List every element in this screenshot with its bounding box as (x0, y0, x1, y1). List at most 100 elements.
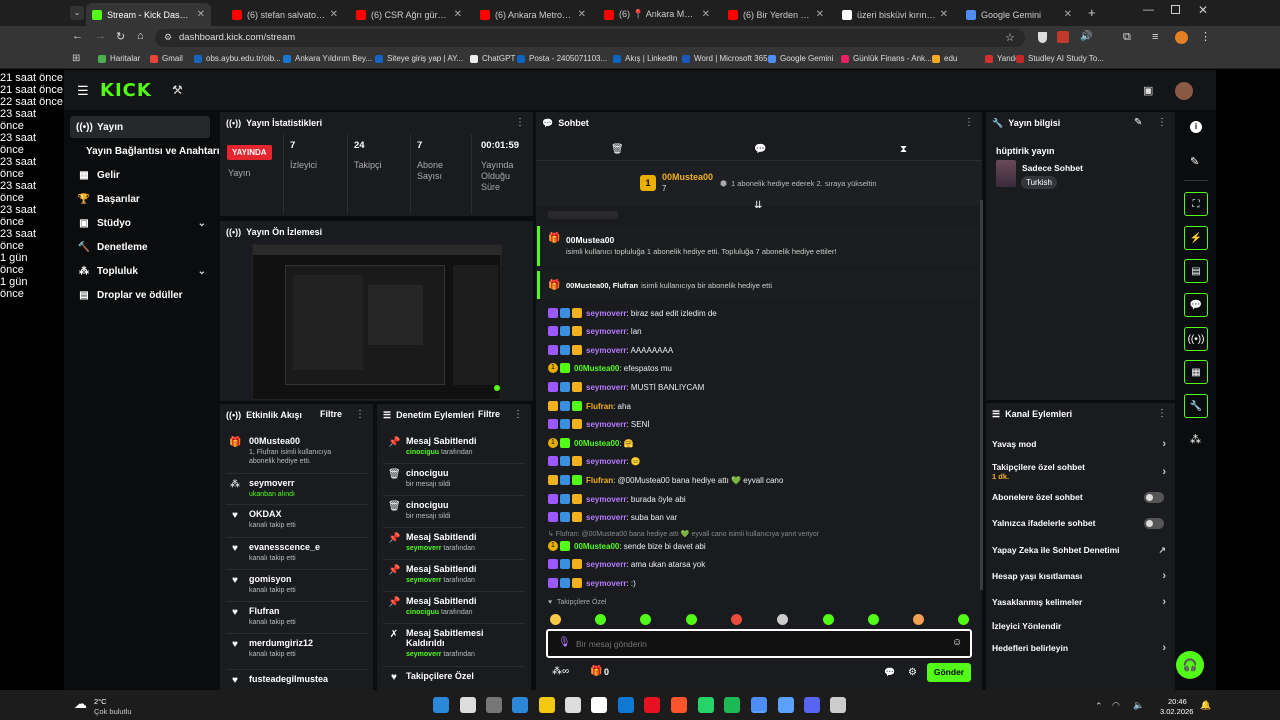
activity-item[interactable]: seymoverr ukanban alındı (249, 478, 369, 499)
language-tag[interactable]: Turkish (1021, 176, 1057, 189)
spotify-icon[interactable] (724, 697, 740, 713)
users-side-icon[interactable]: ⁂ (1190, 433, 1201, 446)
mod-log-item[interactable]: Mesaj Sabitlendi seymoverr tarafından (406, 532, 501, 553)
back-icon[interactable]: ← (72, 30, 83, 42)
copilot-icon[interactable] (512, 697, 528, 713)
mod-menu-icon[interactable]: ⋮ (513, 409, 523, 420)
document-icon[interactable]: ▤ (1184, 259, 1208, 283)
tray-chevron-icon[interactable]: ⌃ (1095, 701, 1103, 712)
file-explorer-icon[interactable] (539, 697, 555, 713)
lightning-icon[interactable]: ⚡ (1184, 226, 1208, 250)
chat-username[interactable]: seymoverr (586, 560, 626, 569)
hourglass-icon[interactable]: ⧗ (900, 144, 907, 155)
tab-close-icon[interactable]: ✕ (940, 9, 948, 20)
chat-username[interactable]: seymoverr (586, 383, 626, 392)
extension-blue-icon[interactable]: 🔊 (1080, 31, 1092, 42)
bookmark-item[interactable]: Siteye giriş yap | AY... (375, 54, 463, 63)
channel-action-item[interactable]: Yavaş mod › (992, 438, 1172, 450)
emote-icon[interactable] (686, 614, 697, 625)
bookmark-item[interactable]: edu (932, 54, 957, 63)
gift2-users[interactable]: 00Mustea00, Flufran (566, 281, 638, 290)
activity-item[interactable]: Flufran kanalı takip etti (249, 606, 369, 627)
maximize-icon[interactable] (1171, 5, 1180, 14)
mod-log-item[interactable]: cinociguu bir mesajı sildi (406, 468, 501, 489)
chat-message[interactable]: seymoverr: AAAAAAAA (548, 345, 673, 355)
chat-scrollbar[interactable] (980, 200, 983, 590)
chat-message[interactable]: seymoverr: biraz sad edit izledim de (548, 308, 717, 318)
wifi-icon[interactable]: ◠ (1112, 700, 1120, 711)
chevron-right-icon[interactable]: › (1162, 438, 1166, 450)
chat-username[interactable]: 00Mustea00 (574, 542, 619, 551)
channel-action-item[interactable]: Hedefleri belirleyin › (992, 642, 1172, 654)
teams-icon[interactable] (778, 697, 794, 713)
tab-close-icon[interactable]: ✕ (702, 9, 710, 20)
bookmark-item[interactable]: Ankara Yıldırım Bey... (283, 54, 372, 63)
bookmark-item[interactable]: Günlük Finans - Ank... (841, 54, 932, 63)
tools-icon[interactable]: 🔧 (1184, 394, 1208, 418)
chat-message[interactable]: seymoverr: :) (548, 578, 636, 588)
home-icon[interactable]: ⌂ (137, 30, 144, 42)
emote-icon[interactable] (640, 614, 651, 625)
kick-logo[interactable]: KICK (100, 80, 152, 101)
tab-search-icon[interactable]: ⌄ (70, 6, 84, 20)
new-tab-icon[interactable]: + (1088, 5, 1096, 20)
pencil-side-icon[interactable]: ✎ (1190, 155, 1199, 168)
emote-icon[interactable] (823, 614, 834, 625)
emote-icon[interactable] (913, 614, 924, 625)
mod-log-item[interactable]: Mesaj Sabitlendi cinociguu tarafından (406, 596, 501, 617)
send-button[interactable]: Gönder (927, 663, 971, 682)
chat-username[interactable]: Flufran (586, 402, 613, 411)
chat-username[interactable]: seymoverr (586, 579, 626, 588)
toggle-switch[interactable] (1144, 491, 1164, 503)
stream-preview-video[interactable] (252, 244, 502, 400)
expand-icon[interactable]: ⇊ (754, 200, 762, 211)
channel-action-item[interactable]: Abonelere özel sohbet (992, 491, 1172, 503)
tab-close-icon[interactable]: ✕ (454, 9, 462, 20)
close-window-icon[interactable]: ✕ (1198, 3, 1208, 17)
tab-close-icon[interactable]: ✕ (1064, 9, 1072, 20)
nav-item-0[interactable]: ((•)) Yayın (70, 116, 210, 138)
tab-4[interactable]: (6) 📍 Ankara Metro #An ✕ (598, 3, 716, 26)
chat-message[interactable]: seymoverr: MUSTİ BANLIYCAM (548, 382, 704, 392)
emoji-picker-icon[interactable]: ☺ (952, 637, 962, 648)
browser-menu-icon[interactable]: ⋮ (1200, 30, 1211, 43)
profile-avatar[interactable] (1175, 31, 1188, 44)
chat-message[interactable]: 1 00Mustea00: 🤗 (548, 438, 634, 448)
chat-username[interactable]: 00Mustea00 (574, 364, 619, 373)
pinned-user[interactable]: 00Mustea00 (662, 172, 713, 182)
nav-item-7[interactable]: ▤ Droplar ve ödüller (70, 284, 210, 306)
discord-icon[interactable] (804, 697, 820, 713)
volume-icon[interactable]: 🔈 (1133, 700, 1144, 711)
toggle-switch[interactable] (1144, 517, 1164, 529)
nav-item-5[interactable]: 🔨 Denetleme (70, 236, 210, 258)
emote-icon[interactable] (550, 614, 561, 625)
mod-filter-button[interactable]: Filtre (478, 409, 500, 419)
hamburger-menu-icon[interactable]: ☰ (77, 83, 89, 99)
bookmark-item[interactable]: Studley AI Study To... (1016, 54, 1104, 63)
emote-icon[interactable] (958, 614, 969, 625)
chat-message[interactable]: Flufran: @00Mustea00 bana hediye attı 💚 … (548, 475, 783, 485)
stats-menu-icon[interactable]: ⋮ (515, 117, 525, 128)
channel-action-item[interactable]: Yasaklanmış kelimeler › (992, 596, 1172, 608)
chevron-right-icon[interactable]: › (1162, 596, 1166, 608)
tab-3[interactable]: (6) Ankara Metrosunda O ✕ (474, 3, 592, 26)
chat-username[interactable]: seymoverr (586, 457, 626, 466)
chat-username[interactable]: seymoverr (586, 327, 626, 336)
brave-icon[interactable] (671, 697, 687, 713)
chat-bubble-icon[interactable]: 💬 (884, 667, 895, 678)
url-input[interactable]: dashboard.kick.com/stream (155, 29, 1025, 47)
bookmark-item[interactable]: Word | Microsoft 365 (682, 54, 768, 63)
chat-message[interactable]: seymoverr: lan (548, 326, 642, 336)
activity-menu-icon[interactable]: ⋮ (355, 409, 365, 420)
activity-item[interactable]: 00Mustea00 1, Flufran isimli kullanıcıya … (249, 436, 369, 466)
windows-start-icon[interactable] (433, 697, 449, 713)
wrench-icon[interactable]: ⚒ (172, 83, 183, 97)
emote-icon[interactable] (868, 614, 879, 625)
chat-username[interactable]: seymoverr (586, 495, 626, 504)
channel-action-item[interactable]: Yapay Zeka ile Sohbet Denetimi ↗ (992, 545, 1172, 556)
forward-icon[interactable]: → (95, 30, 106, 42)
support-chat-icon[interactable]: 🎧 (1176, 651, 1204, 679)
broadcast-side-icon[interactable]: ((•)) (1184, 327, 1208, 351)
chat-input[interactable] (576, 636, 936, 652)
mod-log-item[interactable]: cinociguu bir mesajı sildi (406, 500, 501, 521)
